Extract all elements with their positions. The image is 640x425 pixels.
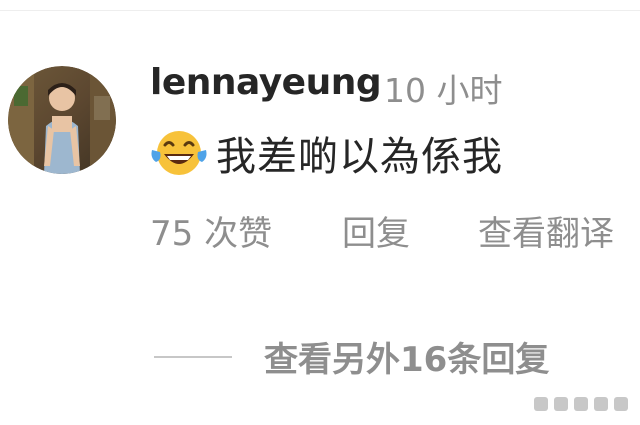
watermark-icon	[594, 397, 608, 411]
comment-username[interactable]: lennayeung	[150, 62, 382, 103]
watermark-icon	[614, 397, 628, 411]
avatar[interactable]	[8, 66, 116, 174]
reply-button[interactable]: 回复	[342, 206, 410, 255]
replies-divider-line	[154, 355, 232, 358]
watermark-icon	[554, 397, 568, 411]
view-more-replies[interactable]: 查看另外16条回复	[154, 332, 549, 381]
comment-body: 我差啲以為係我	[150, 124, 503, 182]
watermark-icon	[534, 397, 548, 411]
face-with-tears-of-joy-icon	[151, 131, 207, 175]
comment-actions: 75 次赞 回复 查看翻译	[150, 206, 640, 254]
avatar-photo	[8, 66, 116, 174]
like-count[interactable]: 75 次赞	[150, 206, 272, 255]
top-divider	[0, 10, 640, 11]
watermark-icon	[574, 397, 588, 411]
comment-text: 我差啲以為係我	[216, 134, 503, 180]
watermark	[532, 395, 630, 413]
view-more-replies-label[interactable]: 查看另外16条回复	[264, 332, 549, 381]
comment-timestamp: 10 小时	[384, 71, 503, 110]
translate-button[interactable]: 查看翻译	[478, 206, 614, 255]
